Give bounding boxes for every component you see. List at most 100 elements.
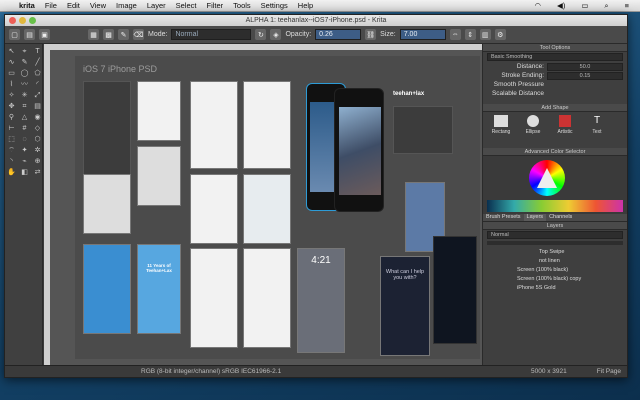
bezier-select-icon[interactable]: ◝ [6,157,17,167]
fill-tool-icon[interactable]: ◉ [32,113,43,123]
search-icon[interactable]: ⌕ [599,1,613,11]
canvas-area[interactable]: iOS 7 iPhone PSD 11 Years of Teehan+Lax … [44,44,484,366]
layer-item[interactable]: iPhone 5S Gold [487,284,623,293]
control-center-time: 4:21 [311,255,331,266]
eraser-icon[interactable]: ⌫ [133,29,144,40]
stroke-ending-input[interactable]: 0.15 [547,71,623,80]
size-slider[interactable]: 7.00 [399,29,446,40]
image-size: 5000 x 3921 [530,368,567,375]
alpha-lock-icon[interactable]: ◈ [270,29,282,40]
close-button[interactable] [9,17,16,24]
similar-select-icon[interactable]: ✲ [32,146,43,156]
measure-tool-icon[interactable]: ⊢ [6,124,17,134]
calligraphy-icon[interactable]: ∿ [6,58,17,68]
line-tool-icon[interactable]: ╱ [32,58,43,68]
tab-brush-presets[interactable]: Brush Presets [483,214,524,221]
polygon-select-icon[interactable]: ⬡ [32,135,43,145]
brand-logo: teehan+lax [393,91,425,97]
blend-mode-select[interactable]: Normal [171,29,252,40]
brush-tool-icon[interactable]: ✎ [19,58,30,68]
open-file-icon[interactable]: ▤ [24,29,35,40]
freehand-path-icon[interactable]: 〰 [19,80,30,90]
contiguous-select-icon[interactable]: ✦ [19,146,30,156]
outline-select-icon[interactable]: ⌔ [6,146,17,156]
edit-shapes-icon[interactable]: ⌖ [19,47,30,57]
color-history-strip[interactable] [487,200,623,212]
layer-item[interactable]: not linen [487,257,623,266]
save-icon[interactable]: ▣ [39,29,50,40]
wifi-icon[interactable]: ◠ [530,1,547,10]
menu-filter[interactable]: Filter [201,1,228,10]
zoom-button[interactable] [29,17,36,24]
perspective-icon[interactable]: ◇ [32,124,43,134]
menu-select[interactable]: Select [171,1,202,10]
shape-artistic[interactable]: Artistic [550,115,580,139]
shape-rectangle[interactable]: Rectang [486,115,516,139]
smooth-pressure-label[interactable]: Smooth Pressure [487,81,547,88]
menu-settings[interactable]: Settings [256,1,293,10]
mirror-v-icon[interactable]: ⇕ [464,29,476,40]
shape-ellipse[interactable]: Ellipse [518,115,548,139]
gradient-icon[interactable]: ▦ [88,29,99,40]
grid-tool-icon[interactable]: # [19,124,30,134]
pattern-icon[interactable]: ▩ [103,29,114,40]
fg-bg-color-icon[interactable]: ◧ [19,168,30,178]
crop-tool-icon[interactable]: ⌗ [19,102,30,112]
settings-icon[interactable]: ⚙ [494,29,506,40]
layer-item[interactable]: Top Swipe [487,248,623,257]
workspace-icon[interactable]: ▥ [479,29,491,40]
rect-select-icon[interactable]: ⬚ [6,135,17,145]
transform-tool-icon[interactable]: ⤢ [32,91,43,101]
brush-preset-icon[interactable]: ✎ [118,29,129,40]
mirror-h-icon[interactable]: ⇔ [449,29,461,40]
distance-input[interactable]: 50.0 [547,62,623,71]
app-menu[interactable]: krita [14,1,40,10]
text-tool-icon[interactable]: T [32,47,43,57]
shape-text[interactable]: T Text [582,115,612,139]
volume-icon[interactable]: ◀) [552,1,570,10]
gradient-tool-icon[interactable]: ▤ [32,102,43,112]
ellipse-select-icon[interactable]: ◌ [19,135,30,145]
rectangle-tool-icon[interactable]: ▭ [6,69,17,79]
document-canvas[interactable]: iOS 7 iPhone PSD 11 Years of Teehan+Lax … [75,56,480,359]
assistant-icon[interactable]: △ [19,113,30,123]
color-selector[interactable] [483,156,627,214]
minimize-button[interactable] [19,17,26,24]
layer-blend-select[interactable]: Normal [487,231,623,239]
menu-image[interactable]: Image [111,1,142,10]
select-shapes-icon[interactable]: ↖ [6,47,17,57]
dynamic-brush-icon[interactable]: ✧ [6,91,17,101]
tab-layers[interactable]: Layers [523,214,547,221]
menu-view[interactable]: View [85,1,111,10]
menu-file[interactable]: File [40,1,62,10]
reload-icon[interactable]: ↻ [255,29,267,40]
smoothing-select[interactable]: Basic Smoothing [487,53,623,61]
scalable-distance-label[interactable]: Scalable Distance [487,90,547,97]
multibrush-icon[interactable]: ✳ [19,91,30,101]
polyline-tool-icon[interactable]: ⌇ [6,80,17,90]
menu-tools[interactable]: Tools [228,1,256,10]
new-file-icon[interactable]: ▢ [9,29,20,40]
menu-layer[interactable]: Layer [142,1,171,10]
layer-opacity-slider[interactable] [487,241,623,245]
swap-colors-icon[interactable]: ⇄ [32,168,43,178]
pan-tool-icon[interactable]: ✋ [6,168,17,178]
bezier-tool-icon[interactable]: ◜ [32,80,43,90]
layer-item[interactable]: Screen (100% black) copy [487,275,623,284]
menu-edit[interactable]: Edit [62,1,85,10]
polygon-tool-icon[interactable]: ⬠ [32,69,43,79]
battery-icon[interactable]: ▭ [576,1,593,10]
magnetic-select-icon[interactable]: ⌁ [19,157,30,167]
tab-channels[interactable]: Channels [546,214,575,221]
layer-item[interactable]: Screen (100% black) [487,266,623,275]
zoom-level[interactable]: Fit Page [597,368,621,375]
color-wheel[interactable] [529,160,565,196]
color-picker-icon[interactable]: ⚲ [6,113,17,123]
zoom-tool-icon[interactable]: ⊕ [32,157,43,167]
menu-help[interactable]: Help [293,1,318,10]
move-tool-icon[interactable]: ✥ [6,102,17,112]
ellipse-tool-icon[interactable]: ◯ [19,69,30,79]
list-icon[interactable]: ≡ [620,1,634,10]
opacity-slider[interactable]: 0.26 [315,29,362,40]
link-icon[interactable]: ⛓ [365,29,377,40]
